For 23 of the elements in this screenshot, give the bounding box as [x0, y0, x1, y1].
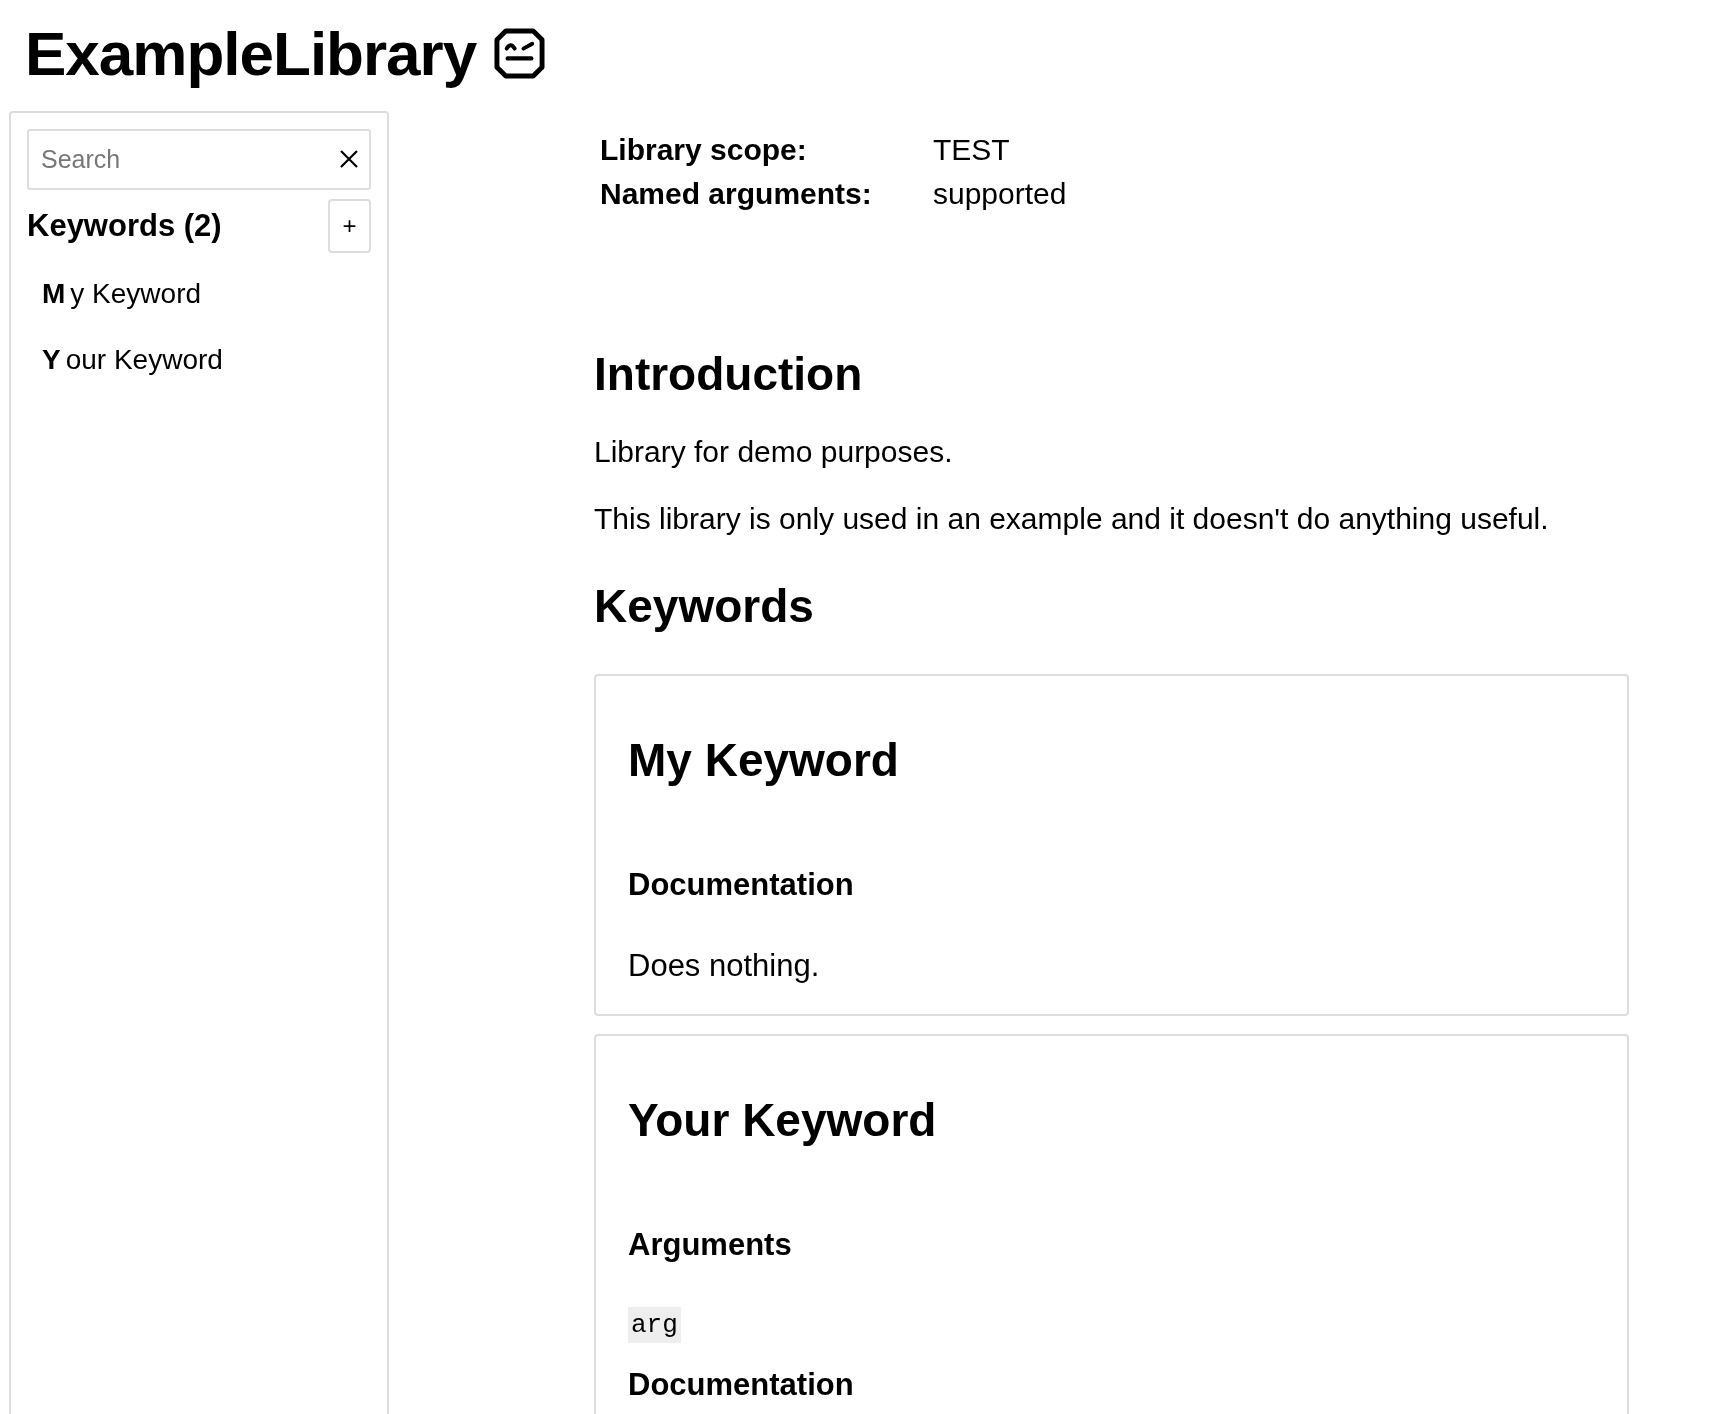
keyword-heading: My Keyword	[628, 733, 900, 788]
argument-code: arg	[628, 1307, 681, 1343]
subsection-heading: Arguments	[628, 1227, 793, 1263]
metadata-label: Library scope:	[600, 132, 808, 168]
documentation-text: Does nothing.	[628, 947, 821, 985]
keyword-heading: Your Keyword	[628, 1093, 938, 1148]
section-title: Keywords (2)	[27, 208, 222, 244]
library-title: ExampleLibrary	[25, 18, 477, 89]
robot-logo-icon	[494, 28, 546, 79]
section-heading: Introduction	[594, 347, 864, 402]
subsection-heading: Documentation	[628, 867, 855, 903]
search-field[interactable]: Search	[27, 129, 371, 190]
metadata-value: supported	[933, 176, 1068, 212]
paragraph: Library for demo purposes.	[594, 434, 954, 470]
metadata-value: TEST	[933, 132, 1011, 168]
metadata-label: Named arguments:	[600, 176, 873, 212]
add-button[interactable]: +	[328, 199, 371, 253]
keyword-link[interactable]: Your Keyword	[27, 327, 371, 393]
keyword-link[interactable]: My Keyword	[27, 261, 371, 327]
section-heading: Keywords	[594, 579, 815, 634]
paragraph: This library is only used in an example and it doesn't do anything useful.	[594, 501, 1550, 537]
subsection-heading: Documentation	[628, 1367, 855, 1403]
close-icon[interactable]	[339, 149, 359, 169]
